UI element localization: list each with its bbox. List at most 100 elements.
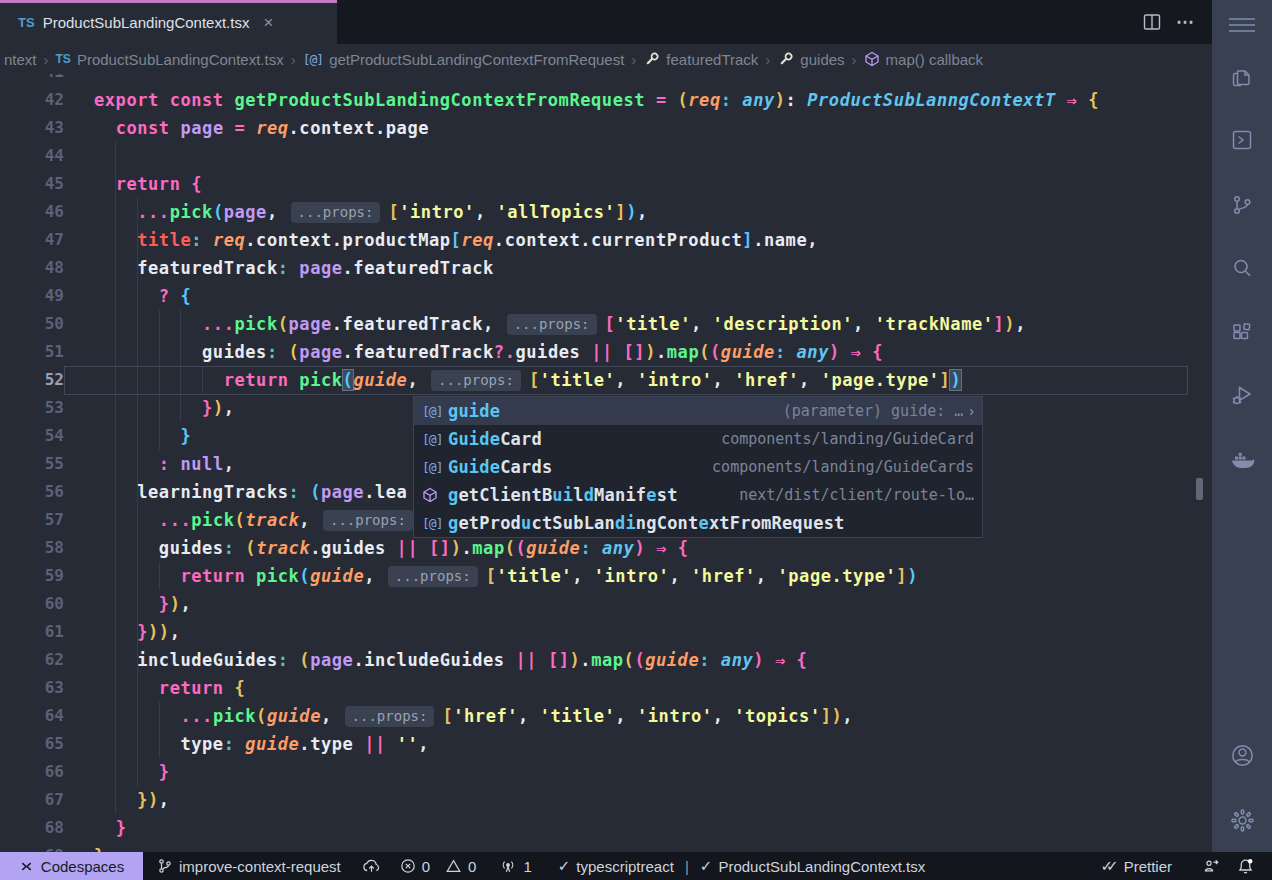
reference-icon: [@] xyxy=(422,460,448,475)
breadcrumb-separator: › xyxy=(765,51,770,68)
suggest-widget: [@]guide(parameter) guide: …›[@]GuideCar… xyxy=(413,396,983,538)
language-indicator[interactable]: ✓ typescriptreact | ✓ ProductSubLandingC… xyxy=(558,857,925,875)
feedback-icon xyxy=(1202,858,1220,874)
ports-indicator[interactable]: 1 xyxy=(499,858,531,875)
bell-icon xyxy=(1237,858,1254,875)
suggest-item[interactable]: [@]getProductSubLandingContextFromReques… xyxy=(414,509,982,537)
code-line-41: 41 xyxy=(0,74,1212,86)
breadcrumb-item[interactable]: [@]getProductSubLandingContextFromReques… xyxy=(303,51,625,68)
suggest-detail: next/dist/client/route-lo… xyxy=(739,486,974,504)
suggest-detail: components/landing/GuideCards xyxy=(712,458,974,476)
language-label: typescriptreact xyxy=(576,858,674,875)
suggest-label: getClientBuildManifest xyxy=(448,485,678,505)
code-line-48: 48 featuredTrack: page.featuredTrack xyxy=(0,254,1212,282)
tab-product-sub-landing-context[interactable]: TS ProductSubLandingContext.tsx × xyxy=(0,0,337,44)
breadcrumb-item[interactable]: guides xyxy=(777,51,844,68)
suggest-detail: components/landing/GuideCard xyxy=(721,430,974,448)
chevron-right-icon: › xyxy=(969,403,974,419)
inlay-hint: ...props: xyxy=(323,510,413,531)
wrench-icon xyxy=(777,51,794,68)
breadcrumb-item[interactable]: map() callback xyxy=(864,51,984,68)
cube-icon xyxy=(864,51,880,67)
inlay-hint: ...props: xyxy=(507,314,597,335)
breadcrumb-separator: › xyxy=(631,51,636,68)
errors-icon xyxy=(400,858,416,874)
code-line-51: 51 guides: (page.featuredTrack?.guides |… xyxy=(0,338,1212,366)
remote-icon xyxy=(19,859,34,874)
suggest-item[interactable]: [@]GuideCards components/landing/GuideCar… xyxy=(414,453,982,481)
reference-icon: [@] xyxy=(422,404,448,419)
check-icon: ✓ xyxy=(700,857,713,875)
ports-count: 1 xyxy=(523,858,531,875)
activity-account-icon[interactable] xyxy=(1212,742,1272,769)
branch-indicator[interactable]: improve-context-request xyxy=(157,858,341,875)
code-line-52: 52 return pick(guide, ...props:['title',… xyxy=(0,366,1212,394)
code-editor[interactable]: 4142export const getProductSubLandingCon… xyxy=(0,74,1212,852)
activity-debug-icon[interactable] xyxy=(1212,382,1272,408)
activity-files-icon[interactable] xyxy=(1212,64,1272,90)
divider: | xyxy=(685,858,689,875)
cloud-upload-icon xyxy=(362,858,381,874)
sync-status[interactable] xyxy=(362,858,381,874)
ts-icon: TS xyxy=(56,52,71,66)
inlay-hint: ...props: xyxy=(431,370,521,391)
suggest-label: guide xyxy=(448,401,500,421)
problems-indicator[interactable]: 0 0 xyxy=(400,858,477,875)
breadcrumb: ntext › TSProductSubLandingContext.tsx › [@]… xyxy=(0,44,1212,74)
code-line-46: 46 ...pick(page, ...props:['intro', 'all… xyxy=(0,198,1212,226)
status-bar: Codespaces improve-context-request 0 0 1… xyxy=(0,852,1272,880)
code-line-47: 47 title: req.context.productMap[req.con… xyxy=(0,226,1212,254)
activity-settings-icon[interactable] xyxy=(1212,807,1272,834)
codespaces-label: Codespaces xyxy=(41,858,124,875)
formatter-indicator[interactable]: ✓✓ Prettier xyxy=(1101,857,1173,875)
ref-icon: [@] xyxy=(303,52,323,67)
code-line-63: 63 return { xyxy=(0,674,1212,702)
breadcrumb-separator: › xyxy=(44,51,49,68)
code-line-44: 44 xyxy=(0,142,1212,170)
code-line-42: 42export const getProductSubLandingConte… xyxy=(0,86,1212,114)
breadcrumb-item[interactable]: TSProductSubLandingContext.tsx xyxy=(56,51,284,68)
code-line-65: 65 type: guide.type || '', xyxy=(0,730,1212,758)
code-line-58: 58 guides: (track.guides || []).map((gui… xyxy=(0,534,1212,562)
codespaces-remote-button[interactable]: Codespaces xyxy=(0,852,143,880)
code-line-64: 64 ...pick(guide, ...props:['href', 'tit… xyxy=(0,702,1212,730)
activity-docker-icon[interactable] xyxy=(1212,447,1272,473)
code-line-69: 69} xyxy=(0,842,1212,852)
module-icon xyxy=(422,487,448,503)
formatter-label: Prettier xyxy=(1124,858,1172,875)
suggest-label: GuideCards xyxy=(448,457,552,477)
check-icon: ✓ xyxy=(558,857,571,875)
breadcrumb-item[interactable]: featuredTrack xyxy=(643,51,758,68)
code-line-50: 50 ...pick(page.featuredTrack, ...props:… xyxy=(0,310,1212,338)
activity-bar xyxy=(1212,0,1272,852)
code-line-43: 43 const page = req.context.page xyxy=(0,114,1212,142)
suggest-item[interactable]: [@]GuideCard components/landing/GuideCard xyxy=(414,425,982,453)
notifications-button[interactable] xyxy=(1237,858,1254,875)
activity-search-icon[interactable] xyxy=(1212,255,1272,281)
more-actions-icon[interactable]: ⋯ xyxy=(1176,11,1196,33)
activity-source-control-icon[interactable] xyxy=(1212,192,1272,218)
code-line-61: 61 })), xyxy=(0,618,1212,646)
suggest-item[interactable]: getClientBuildManifest next/dist/client/r… xyxy=(414,481,982,509)
code-line-68: 68 } xyxy=(0,814,1212,842)
activity-extensions-icon[interactable] xyxy=(1212,320,1272,346)
suggest-label: getProductSubLandingContextFromRequest xyxy=(448,513,845,533)
vscode-window: TS ProductSubLandingContext.tsx × ⋯ ntex… xyxy=(0,0,1272,880)
breadcrumb-item[interactable]: ntext xyxy=(4,51,37,68)
git-branch-icon xyxy=(157,858,173,874)
code-line-59: 59 return pick(guide, ...props:['title',… xyxy=(0,562,1212,590)
activity-terminal-icon[interactable] xyxy=(1212,127,1272,153)
scrollbar-thumb[interactable] xyxy=(1196,478,1203,500)
suggest-item[interactable]: [@]guide(parameter) guide: …› xyxy=(414,397,982,425)
activity-menu-icon[interactable] xyxy=(1212,12,1272,38)
inlay-hint: ...props: xyxy=(345,706,435,727)
code-line-67: 67 }), xyxy=(0,786,1212,814)
tab-close-icon[interactable]: × xyxy=(263,14,273,31)
ts-language-icon: TS xyxy=(18,15,35,30)
tab-title: ProductSubLandingContext.tsx xyxy=(43,14,250,31)
split-editor-icon[interactable] xyxy=(1142,12,1162,32)
feedback-button[interactable] xyxy=(1202,858,1220,874)
suggest-label: GuideCard xyxy=(448,429,542,449)
reference-icon: [@] xyxy=(422,432,448,447)
code-line-62: 62 includeGuides: (page.includeGuides ||… xyxy=(0,646,1212,674)
